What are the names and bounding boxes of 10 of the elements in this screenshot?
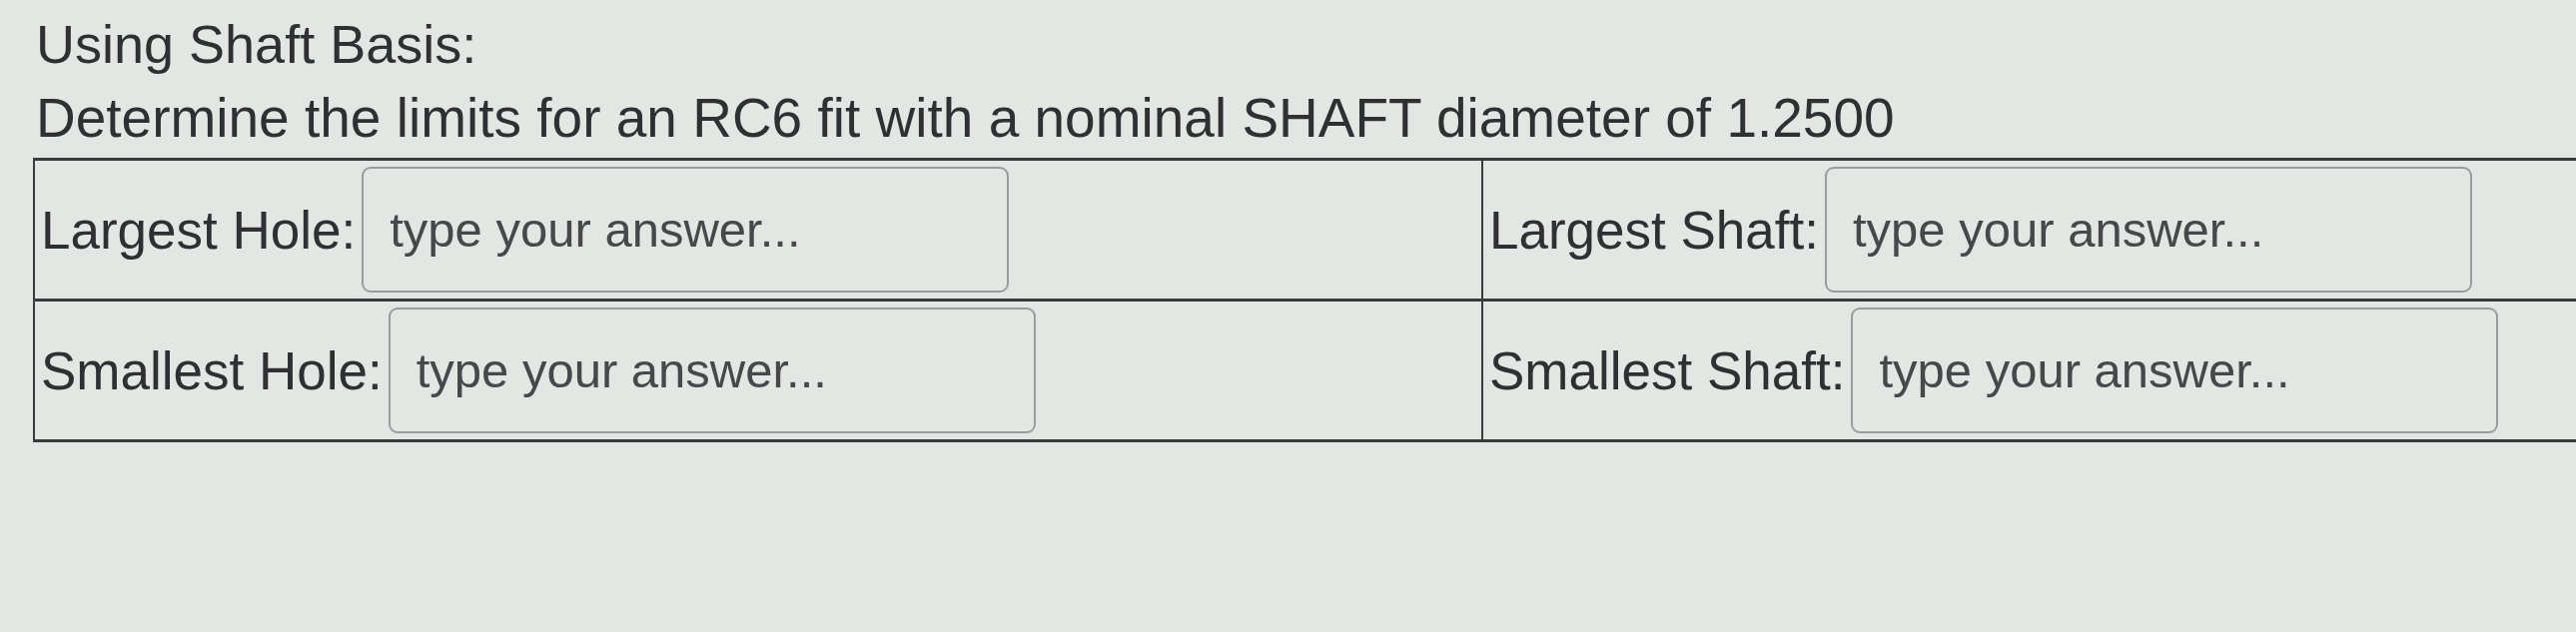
answer-field[interactable]: type your answer... (1851, 308, 2499, 433)
field-label: Largest Hole: (41, 199, 357, 261)
field-label: Smallest Hole: (41, 339, 383, 401)
heading: Using Shaft Basis: (36, 13, 477, 76)
answer-field[interactable]: type your answer... (362, 167, 1010, 293)
field-label: Largest Shaft: (1489, 199, 1819, 261)
answer-field[interactable]: type your answer... (388, 308, 1036, 433)
field-label: Smallest Shaft: (1489, 339, 1846, 401)
answer-field[interactable]: type your answer... (1825, 167, 2472, 293)
question-prompt: Determine the limits for an RC6 fit with a nominal SHAFT diameter of 1.2500 (36, 86, 1895, 151)
